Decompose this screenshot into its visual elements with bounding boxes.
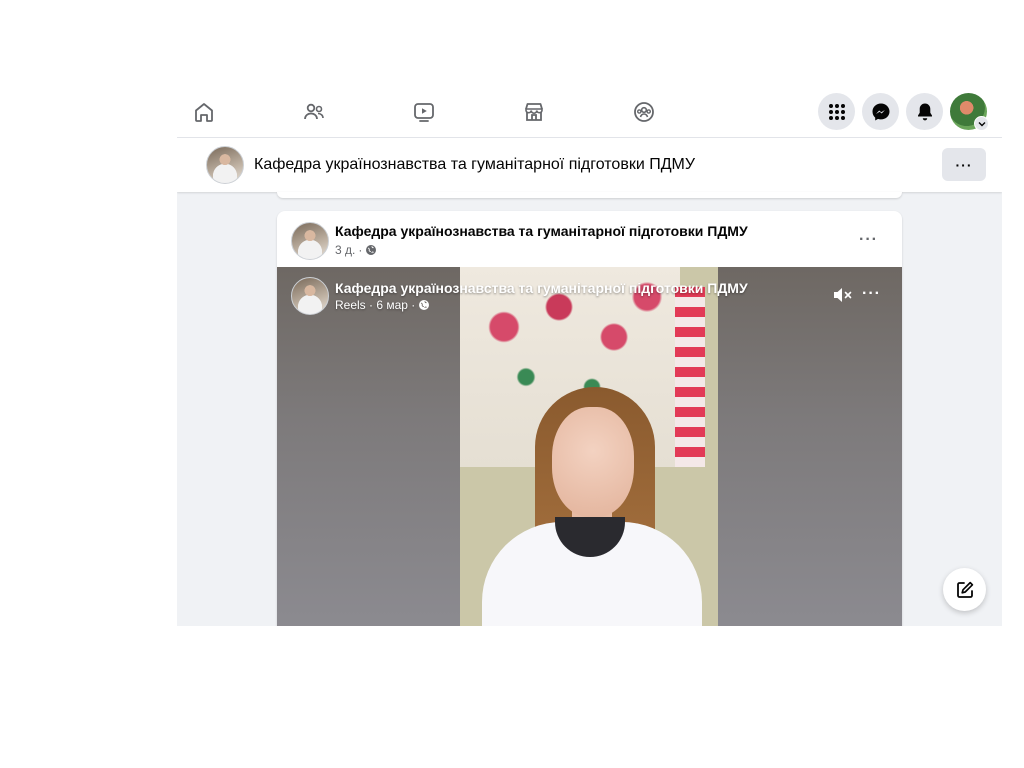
post-author-name[interactable]: Кафедра українознавства та гуманітарної …: [335, 223, 748, 239]
post-author-avatar[interactable]: [291, 222, 329, 260]
post-meta: 3 д. ·: [335, 243, 377, 257]
groups-icon[interactable]: [629, 99, 659, 125]
reel-video-player[interactable]: Кафедра українознавства та гуманітарної …: [277, 267, 902, 626]
compose-message-button[interactable]: [943, 568, 986, 611]
page-header-bar: Кафедра українознавства та гуманітарної …: [177, 138, 1002, 192]
facebook-app-window: Кафедра українознавства та гуманітарної …: [177, 88, 1002, 626]
globe-icon: [419, 300, 430, 310]
previous-post-card-edge: [277, 192, 902, 198]
muted-speaker-icon[interactable]: [832, 285, 854, 305]
reel-meta-text: Reels · 6 мар ·: [335, 298, 416, 312]
compose-icon: [956, 581, 973, 598]
notifications-button[interactable]: [906, 93, 943, 130]
video-icon[interactable]: [409, 99, 439, 125]
post-card: Кафедра українознавства та гуманітарної …: [277, 211, 902, 626]
notifications-bell-icon: [917, 103, 932, 120]
page-more-button[interactable]: ···: [942, 148, 986, 181]
messenger-icon: [872, 103, 889, 120]
reel-author-name[interactable]: Кафедра українознавства та гуманітарної …: [335, 280, 748, 296]
menu-grid-icon: [828, 103, 845, 120]
post-timestamp[interactable]: 3 д.: [335, 243, 355, 257]
meta-separator: ·: [358, 243, 363, 257]
page-title[interactable]: Кафедра українознавства та гуманітарної …: [254, 156, 695, 174]
reel-author-avatar[interactable]: [291, 277, 329, 315]
post-more-options[interactable]: ···: [859, 231, 878, 249]
chevron-down-icon[interactable]: [974, 116, 989, 131]
person-face: [552, 407, 634, 517]
home-icon[interactable]: [189, 99, 219, 125]
embroidered-towel-image: [675, 287, 705, 467]
globe-icon: [366, 245, 377, 255]
menu-grid-button[interactable]: [818, 93, 855, 130]
video-frame: [460, 267, 718, 626]
marketplace-icon[interactable]: [519, 99, 549, 125]
reel-more-options[interactable]: ···: [862, 285, 881, 303]
reel-meta: Reels · 6 мар ·: [335, 298, 430, 312]
friends-icon[interactable]: [299, 99, 329, 125]
messenger-button[interactable]: [862, 93, 899, 130]
top-navigation-bar: [177, 88, 1002, 138]
page-avatar[interactable]: [206, 146, 244, 184]
